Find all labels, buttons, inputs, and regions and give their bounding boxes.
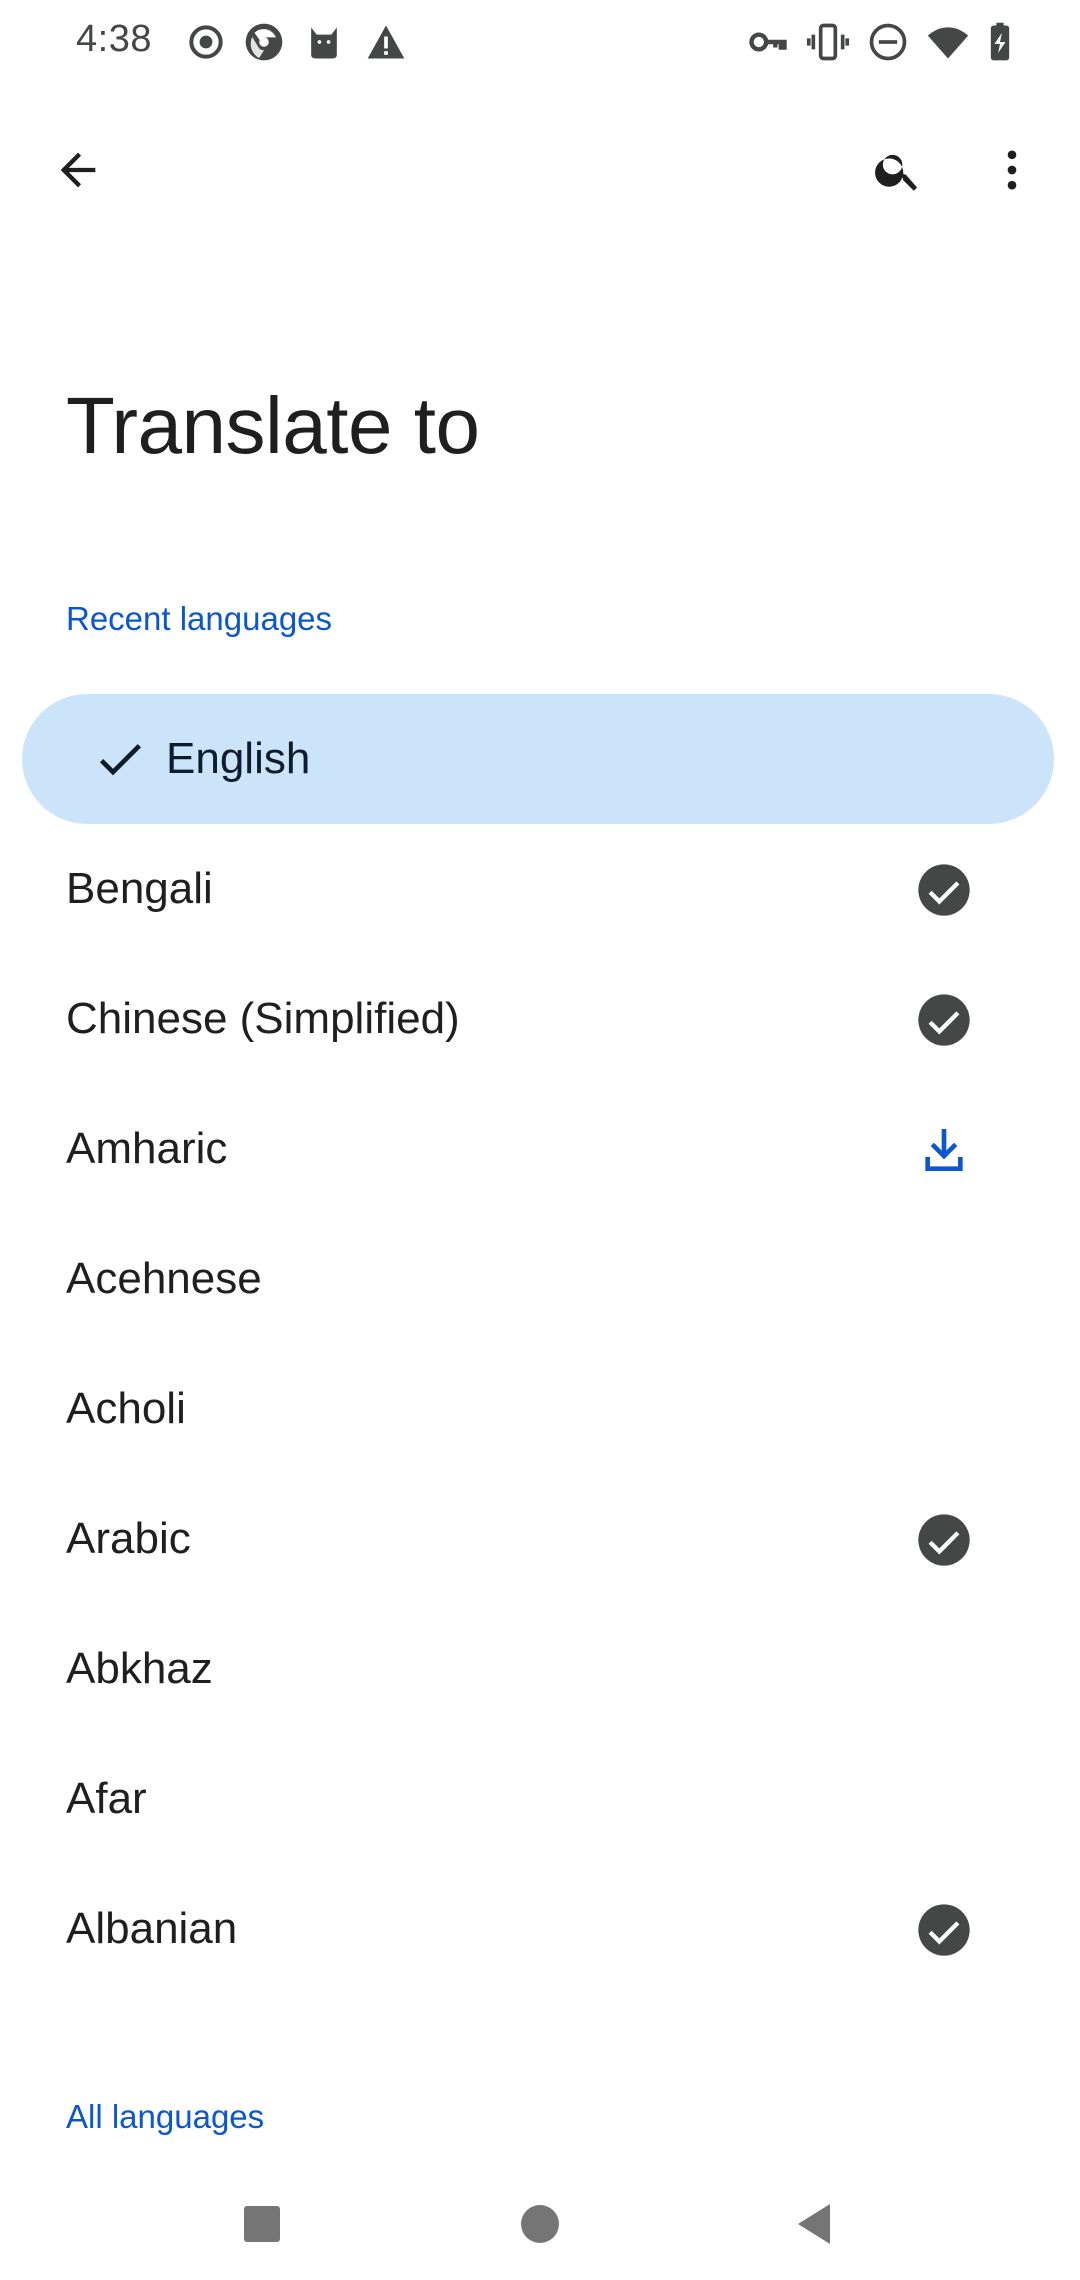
language-label: Acholi bbox=[66, 1384, 186, 1433]
square-icon bbox=[244, 2206, 280, 2242]
language-item[interactable]: Chinese (Simplified) bbox=[0, 954, 1080, 1084]
downloaded-check-icon bbox=[916, 1902, 972, 1958]
home-button[interactable] bbox=[502, 2186, 578, 2262]
downloaded-check-icon bbox=[916, 992, 972, 1048]
search-icon bbox=[875, 154, 918, 191]
language-item[interactable]: Abkhaz bbox=[0, 1604, 1080, 1734]
language-label: Acehnese bbox=[66, 1254, 262, 1303]
record-icon bbox=[184, 20, 228, 64]
status-time: 4:38 bbox=[76, 18, 152, 60]
page-title: Translate to bbox=[66, 381, 480, 470]
language-item[interactable]: Acehnese bbox=[0, 1214, 1080, 1344]
recents-button[interactable] bbox=[224, 2186, 300, 2262]
downloaded-check-icon bbox=[916, 862, 972, 918]
circle-icon bbox=[521, 2205, 559, 2243]
triangle-back-icon bbox=[798, 2204, 830, 2244]
language-label: Arabic bbox=[66, 1514, 191, 1563]
language-item[interactable]: Acholi bbox=[0, 1344, 1080, 1474]
back-button[interactable] bbox=[38, 130, 118, 210]
language-item[interactable]: Amharic bbox=[0, 1084, 1080, 1214]
more-vert-icon bbox=[1007, 150, 1017, 190]
language-label: Abkhaz bbox=[66, 1644, 213, 1693]
arrow-back-icon bbox=[60, 152, 96, 188]
recent-languages-header: Recent languages bbox=[66, 600, 333, 637]
language-label: Afar bbox=[66, 1774, 147, 1823]
check-icon bbox=[92, 731, 148, 787]
battery-charging-icon bbox=[978, 20, 1022, 64]
language-item[interactable]: Bengali bbox=[0, 824, 1080, 954]
browser-icon bbox=[242, 20, 286, 64]
language-label: Bengali bbox=[66, 864, 213, 913]
download-icon[interactable] bbox=[916, 1122, 972, 1178]
system-nav-bar bbox=[0, 2170, 1080, 2280]
search-button[interactable] bbox=[858, 130, 938, 210]
status-bar: 4:38 bbox=[0, 0, 1080, 88]
language-label: Amharic bbox=[66, 1124, 228, 1173]
cat-icon bbox=[302, 20, 346, 64]
top-app-bar bbox=[0, 110, 1080, 230]
all-languages-header: All languages bbox=[66, 2098, 265, 2135]
language-item-selected[interactable]: English bbox=[22, 694, 1054, 824]
language-item[interactable]: Arabic bbox=[0, 1474, 1080, 1604]
language-item[interactable]: Afar bbox=[0, 1734, 1080, 1864]
language-label: English bbox=[166, 734, 311, 783]
more-options-button[interactable] bbox=[972, 130, 1052, 210]
do-not-disturb-icon bbox=[866, 20, 910, 64]
language-label: Chinese (Simplified) bbox=[66, 994, 460, 1043]
vibrate-icon bbox=[806, 20, 850, 64]
warning-icon bbox=[364, 20, 408, 64]
wifi-icon bbox=[926, 20, 970, 64]
language-item[interactable]: Albanian bbox=[0, 1864, 1080, 1994]
downloaded-check-icon bbox=[916, 1512, 972, 1568]
nav-back-button[interactable] bbox=[778, 2186, 854, 2262]
language-label: Albanian bbox=[66, 1904, 238, 1953]
translate-to-screen: 4:38 Translate to Recent languages Engli… bbox=[0, 0, 1080, 2280]
vpn-key-icon bbox=[746, 20, 790, 64]
